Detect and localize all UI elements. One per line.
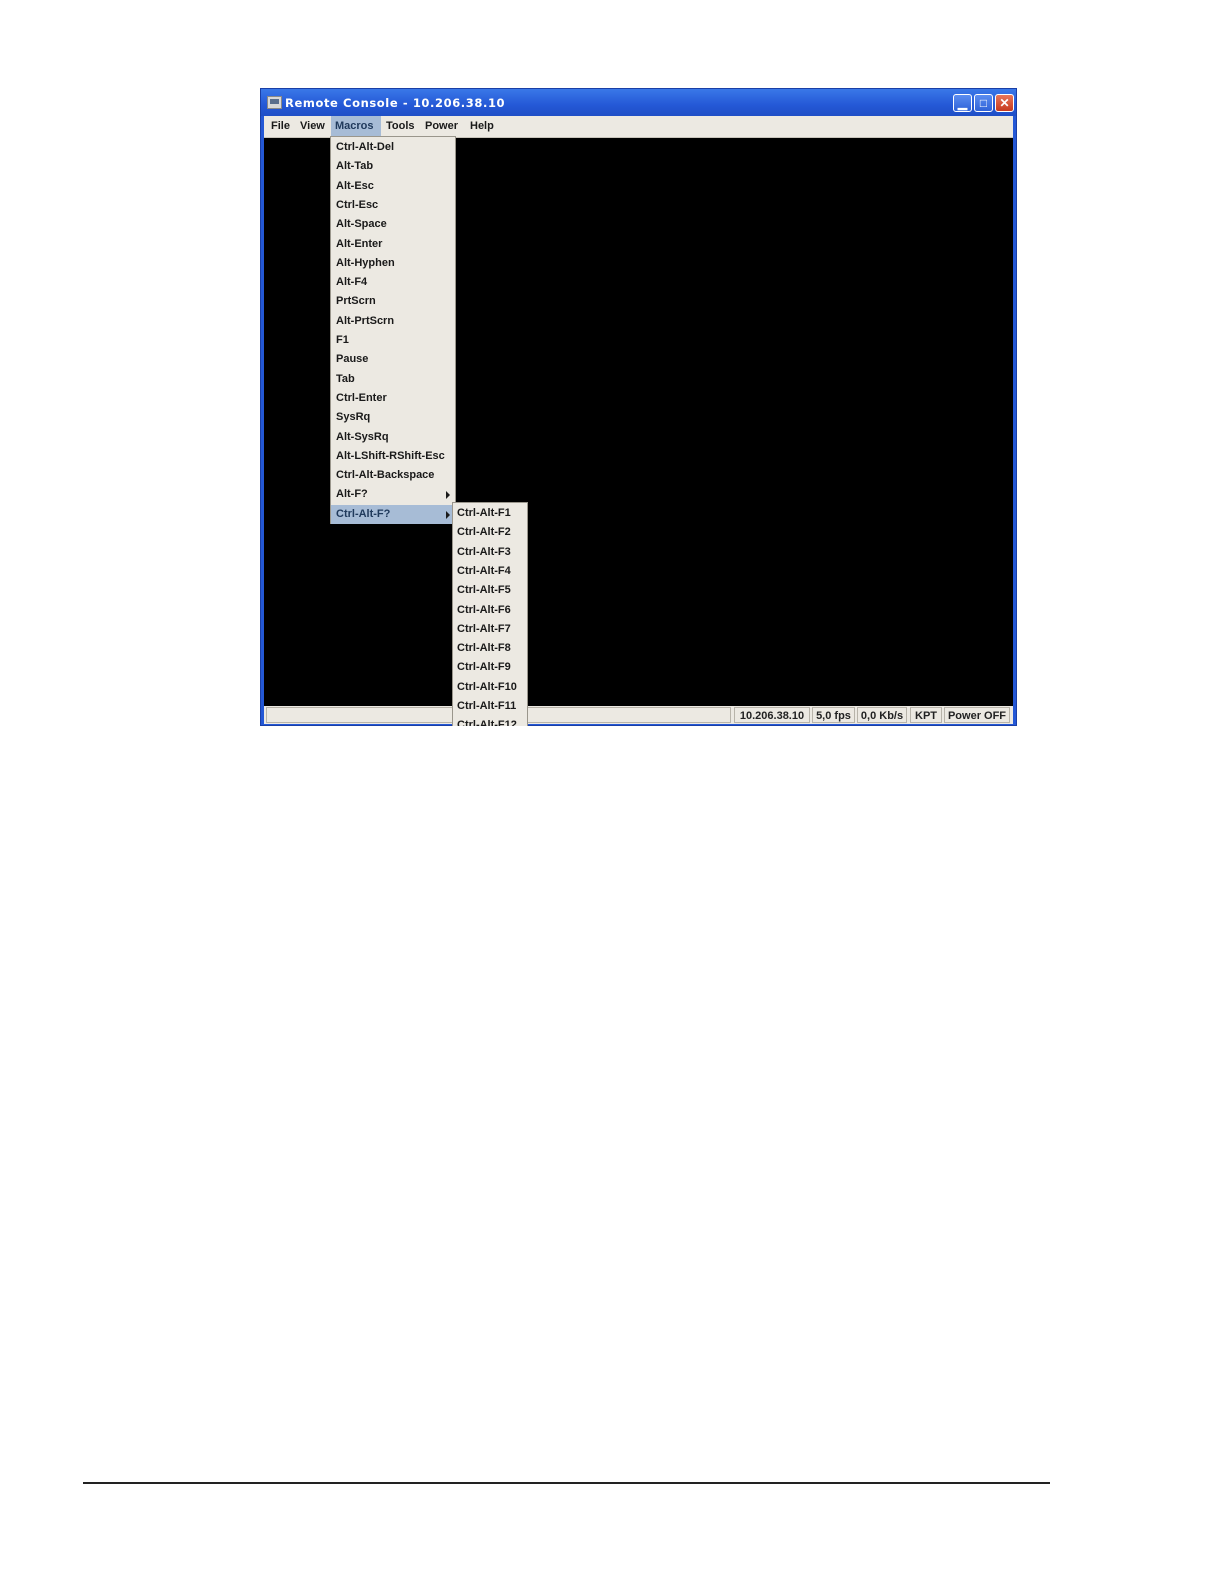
submenu-item[interactable]: Ctrl-Alt-F5 xyxy=(453,581,527,600)
menu-tools[interactable]: Tools xyxy=(382,116,419,137)
submenu-item[interactable]: Ctrl-Alt-F4 xyxy=(453,562,527,581)
submenu-item[interactable]: Ctrl-Alt-F9 xyxy=(453,658,527,677)
status-ip: 10.206.38.10 xyxy=(734,707,810,723)
macro-item[interactable]: Alt-Enter xyxy=(331,235,455,254)
macro-item[interactable]: Ctrl-Alt-Backspace xyxy=(331,466,455,485)
submenu-item[interactable]: Ctrl-Alt-F8 xyxy=(453,639,527,658)
submenu-item[interactable]: Ctrl-Alt-F1 xyxy=(453,504,527,523)
macro-item-alt-f-submenu[interactable]: Alt-F? xyxy=(331,485,455,504)
macro-item[interactable]: Alt-PrtScrn xyxy=(331,312,455,331)
macro-item[interactable]: Alt-Esc xyxy=(331,177,455,196)
macro-item-label: Ctrl-Alt-F? xyxy=(336,507,391,520)
maximize-button[interactable]: □ xyxy=(974,94,993,112)
status-kpt: KPT xyxy=(910,707,942,723)
macro-item[interactable]: Alt-SysRq xyxy=(331,428,455,447)
submenu-item[interactable]: Ctrl-Alt-F7 xyxy=(453,620,527,639)
macro-item[interactable]: Alt-Tab xyxy=(331,157,455,176)
macro-item-label: Alt-F? xyxy=(336,488,368,501)
menu-bar: File View Macros Tools Power Help xyxy=(264,116,1013,138)
ctrl-alt-f-submenu: Ctrl-Alt-F1 Ctrl-Alt-F2 Ctrl-Alt-F3 Ctrl… xyxy=(452,502,528,726)
page-footer-rule xyxy=(83,1482,1050,1484)
menu-view[interactable]: View xyxy=(296,116,329,137)
status-rate: 0,0 Kb/s xyxy=(857,707,907,723)
close-button[interactable]: ✕ xyxy=(995,94,1014,112)
status-power: Power OFF xyxy=(944,707,1010,723)
macro-item[interactable]: Alt-F4 xyxy=(331,273,455,292)
macros-dropdown: Ctrl-Alt-Del Alt-Tab Alt-Esc Ctrl-Esc Al… xyxy=(330,136,456,524)
app-icon[interactable] xyxy=(267,96,282,109)
status-fps: 5,0 fps xyxy=(812,707,855,723)
status-bar: 10.206.38.10 5,0 fps 0,0 Kb/s KPT Power … xyxy=(264,706,1013,724)
submenu-item[interactable]: Ctrl-Alt-F3 xyxy=(453,543,527,562)
menu-help[interactable]: Help xyxy=(466,116,498,137)
macro-item[interactable]: Ctrl-Esc xyxy=(331,196,455,215)
macro-item[interactable]: Alt-Hyphen xyxy=(331,254,455,273)
submenu-item[interactable]: Ctrl-Alt-F2 xyxy=(453,523,527,542)
macro-item[interactable]: Pause xyxy=(331,350,455,369)
window-title: Remote Console - 10.206.38.10 xyxy=(285,96,506,110)
macro-item[interactable]: SysRq xyxy=(331,408,455,427)
submenu-arrow-icon xyxy=(446,491,450,500)
macro-item[interactable]: Ctrl-Enter xyxy=(331,389,455,408)
menu-macros[interactable]: Macros xyxy=(331,116,381,137)
macro-item[interactable]: Alt-LShift-RShift-Esc xyxy=(331,447,455,466)
submenu-arrow-icon xyxy=(446,510,450,519)
macro-item[interactable]: F1 xyxy=(331,331,455,350)
macro-item-ctrl-alt-f-submenu[interactable]: Ctrl-Alt-F? xyxy=(331,504,455,524)
menu-file[interactable]: File xyxy=(267,116,294,137)
submenu-item[interactable]: Ctrl-Alt-F10 xyxy=(453,678,527,697)
submenu-item[interactable]: Ctrl-Alt-F11 xyxy=(453,697,527,716)
submenu-item[interactable]: Ctrl-Alt-F6 xyxy=(453,601,527,620)
submenu-item[interactable]: Ctrl-Alt-F12 xyxy=(453,716,527,726)
title-bar[interactable]: Remote Console - 10.206.38.10 ▁ □ ✕ xyxy=(261,89,1016,116)
macro-item[interactable]: Alt-Space xyxy=(331,215,455,234)
macro-item[interactable]: Tab xyxy=(331,370,455,389)
macro-item[interactable]: PrtScrn xyxy=(331,292,455,311)
macro-item[interactable]: Ctrl-Alt-Del xyxy=(331,138,455,157)
menu-power[interactable]: Power xyxy=(421,116,462,137)
minimize-button[interactable]: ▁ xyxy=(953,94,972,112)
